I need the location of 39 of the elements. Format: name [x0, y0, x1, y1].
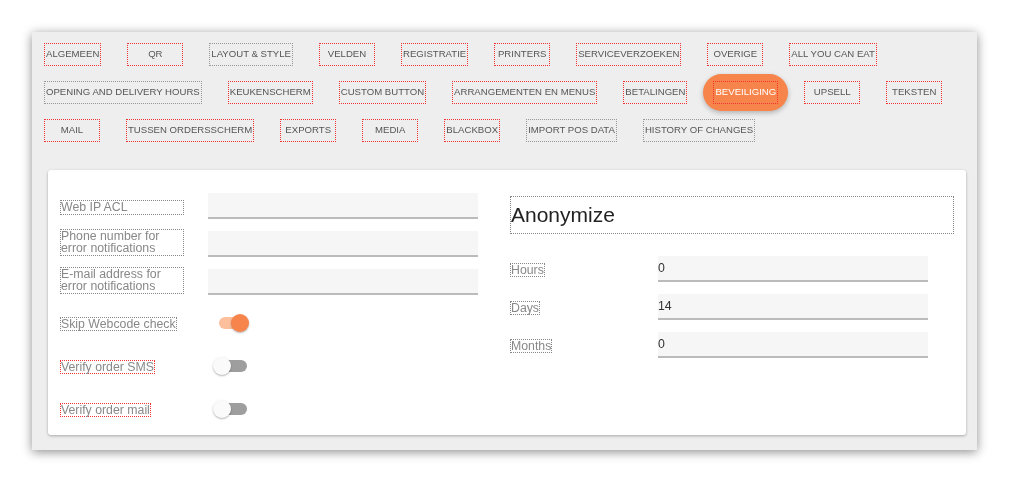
- tab[interactable]: HISTORY OF CHANGES: [642, 119, 756, 142]
- field-label: Days: [510, 300, 541, 316]
- tab[interactable]: VELDEN: [318, 43, 375, 66]
- input-field[interactable]: [208, 269, 478, 295]
- section-title: Anonymize: [510, 196, 954, 234]
- tab[interactable]: ALL YOU CAN EAT: [789, 43, 877, 66]
- tab[interactable]: UPSELL: [804, 81, 861, 104]
- tab[interactable]: LAYOUT & STYLE: [209, 43, 293, 66]
- tab[interactable]: ARRANGEMENTEN EN MENUS: [452, 81, 598, 104]
- input-field[interactable]: [208, 231, 478, 257]
- tab[interactable]: TEKSTEN: [886, 81, 943, 104]
- field-label: Web IP ACL: [60, 200, 184, 215]
- tab[interactable]: PRINTERS: [494, 43, 551, 66]
- tab[interactable]: OVERIGE: [707, 43, 764, 66]
- tab[interactable]: BLACKBOX: [444, 119, 501, 142]
- tab[interactable]: MAIL: [44, 119, 100, 142]
- field-label: Phone number for error notifications: [60, 228, 184, 257]
- tab[interactable]: REGISTRATIE: [400, 43, 469, 66]
- tab[interactable]: EXPORTS: [280, 119, 337, 142]
- tab[interactable]: TUSSEN ORDERSSCHERM: [126, 119, 255, 142]
- field-label: Months: [510, 338, 553, 354]
- field-label: Verify order SMS: [60, 359, 155, 375]
- tab[interactable]: KEUKENSCHERM: [227, 81, 313, 104]
- tab[interactable]: CUSTOM BUTTON: [338, 81, 427, 104]
- tab[interactable]: SERVICEVERZOEKEN: [576, 43, 682, 66]
- input-field[interactable]: 0: [658, 331, 928, 358]
- input-field[interactable]: 0: [658, 255, 928, 282]
- tab[interactable]: MEDIA: [362, 119, 419, 142]
- field-label: E-mail address for error notifications: [60, 266, 184, 295]
- input-field[interactable]: 14: [658, 293, 928, 320]
- tab[interactable]: OPENING AND DELIVERY HOURS: [44, 81, 202, 104]
- field-label: Verify order mail: [60, 402, 151, 418]
- field-label: Hours: [510, 262, 545, 278]
- tab[interactable]: QR: [127, 43, 184, 66]
- tab[interactable]: IMPORT POS DATA: [526, 119, 617, 142]
- input-field[interactable]: [208, 193, 478, 219]
- field-label: Skip Webcode check: [60, 316, 177, 332]
- tab[interactable]: BETALINGEN: [623, 81, 688, 104]
- tab[interactable]: ALGEMEEN: [44, 43, 102, 66]
